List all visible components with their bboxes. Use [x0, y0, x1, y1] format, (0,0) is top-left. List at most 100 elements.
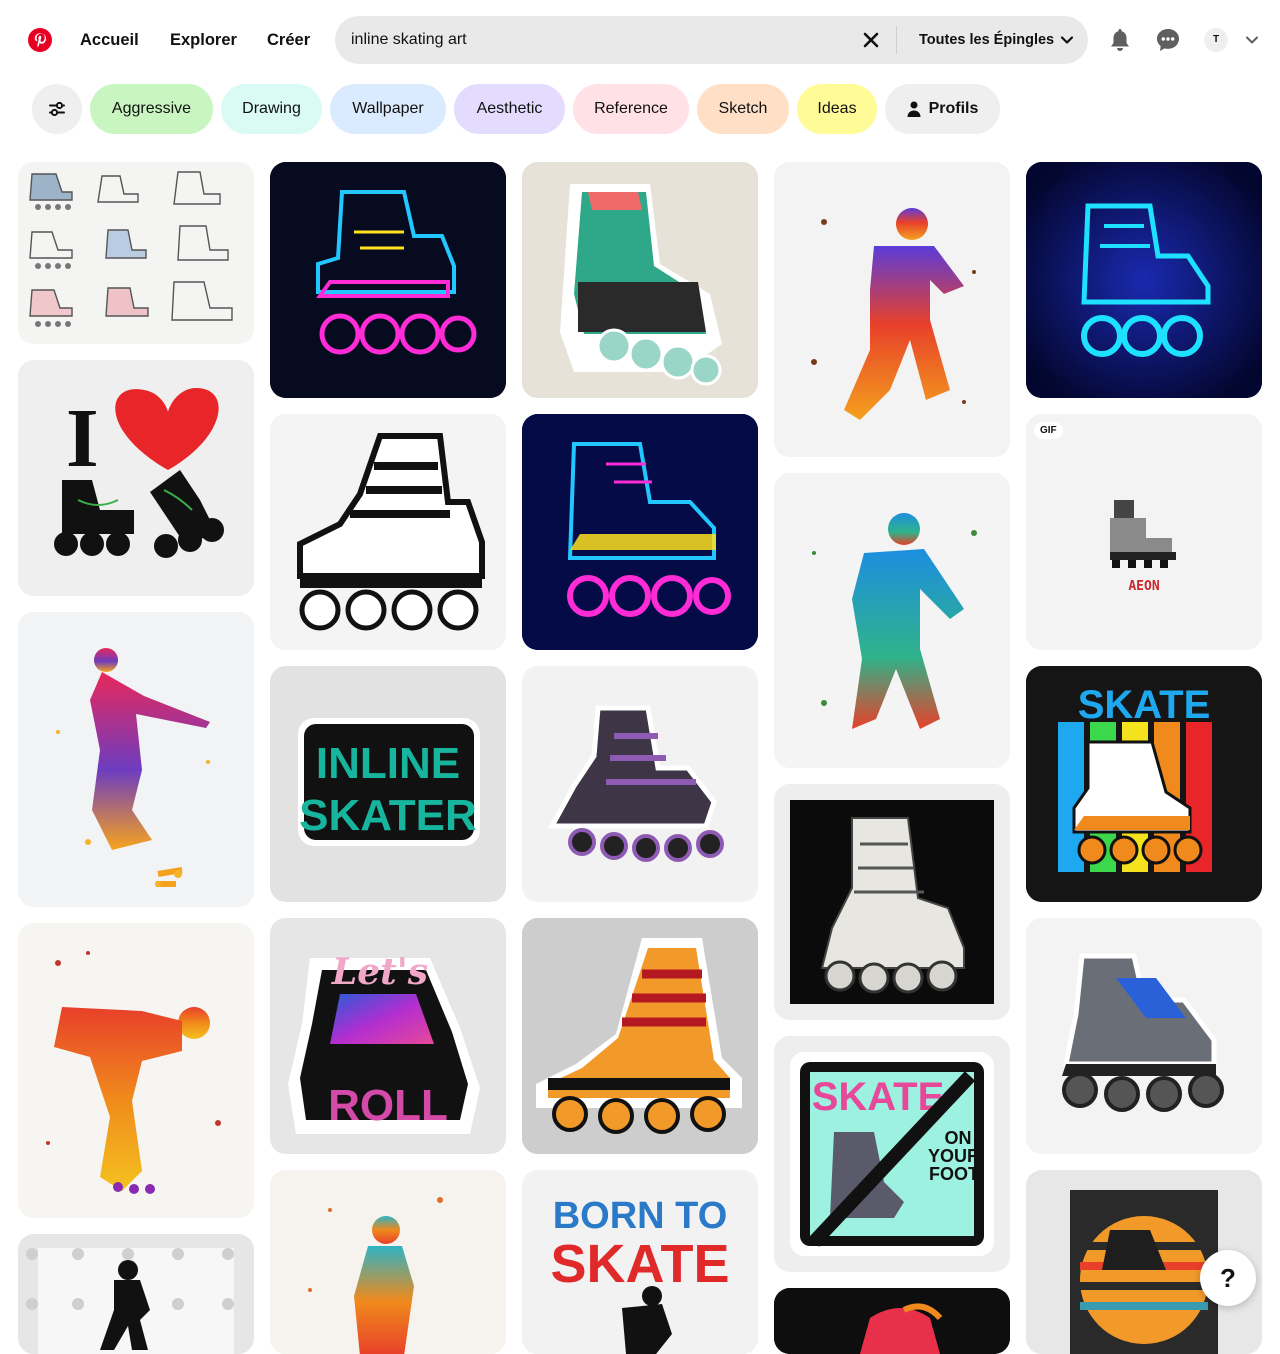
- filter-chip-profiles[interactable]: Profils: [885, 84, 1000, 134]
- user-avatar[interactable]: T: [1204, 28, 1228, 52]
- nav-create-link[interactable]: Créer: [267, 22, 310, 58]
- chip-label: Drawing: [242, 100, 301, 117]
- watercolor-skater-image: [18, 923, 254, 1218]
- search-bar: Toutes les Épingles: [335, 16, 1088, 64]
- watercolor-skater-image: [18, 612, 254, 907]
- neon-skate-image: [522, 414, 758, 650]
- filter-chip-aesthetic[interactable]: Aesthetic: [454, 84, 565, 134]
- pin-silhouette-pattern[interactable]: [18, 1234, 254, 1354]
- pin-skate-on-your-foot[interactable]: SKATE ON YOUR FOOT: [774, 1036, 1010, 1272]
- filter-chip-sketch[interactable]: Sketch: [697, 84, 789, 134]
- search-input[interactable]: [351, 16, 851, 64]
- sliders-icon: [49, 101, 65, 117]
- account-menu-button[interactable]: [1240, 28, 1264, 52]
- pin-text: SKATE: [550, 1234, 729, 1294]
- pin-scope-dropdown[interactable]: Toutes les Épingles: [919, 16, 1074, 64]
- chip-label: Reference: [594, 100, 668, 117]
- pin-inline-skater-sticker[interactable]: INLINE SKATER: [270, 666, 506, 902]
- nav-home-link[interactable]: Accueil: [80, 22, 139, 58]
- chevron-down-icon: [1246, 36, 1258, 44]
- i-love-skates-image: I: [18, 360, 254, 596]
- skate-sketches-image: [18, 162, 254, 344]
- dark-skate-image: [774, 1288, 1010, 1354]
- sketch-skate-image: [774, 784, 1010, 1020]
- notifications-button[interactable]: [1102, 22, 1138, 58]
- pin-text: I: [66, 392, 99, 485]
- pinterest-logo-icon: [28, 28, 52, 52]
- filter-chip-reference[interactable]: Reference: [573, 84, 689, 134]
- chip-label: Profils: [928, 100, 979, 117]
- chevron-down-icon: [1061, 36, 1074, 44]
- pin-watercolor-skater-1[interactable]: [18, 612, 254, 907]
- messages-button[interactable]: [1150, 22, 1186, 58]
- watercolor-skater-image: [774, 162, 1010, 457]
- pin-neon-skate-navy[interactable]: [522, 414, 758, 650]
- pin-purple-skate[interactable]: [522, 666, 758, 902]
- pin-text: INLINE: [316, 739, 460, 788]
- pin-text: Let's: [331, 951, 428, 993]
- pin-orange-skate-sticker[interactable]: [522, 918, 758, 1154]
- chip-label: Aggressive: [111, 100, 192, 117]
- pin-text: SKATE: [812, 1075, 945, 1119]
- pin-text: SKATER: [299, 791, 477, 840]
- pin-sketch-skate-black[interactable]: [774, 784, 1010, 1020]
- skate-stripes-image: SKATE: [1026, 666, 1262, 902]
- teal-skate-sticker-image: [522, 162, 758, 398]
- person-icon: [907, 101, 921, 117]
- pin-dark-skate[interactable]: [774, 1288, 1010, 1354]
- filter-chip-drawing[interactable]: Drawing: [221, 84, 322, 134]
- bw-skate-image: [270, 414, 506, 650]
- clear-search-icon[interactable]: [859, 28, 883, 52]
- pixel-skate-image: AEON: [1026, 414, 1262, 650]
- pin-watercolor-skater-5[interactable]: [774, 473, 1010, 768]
- pin-neon-skate-blue[interactable]: [1026, 162, 1262, 398]
- grey-blue-skate-image: [1026, 918, 1262, 1154]
- chip-label: Wallpaper: [352, 100, 424, 117]
- filter-chip-ideas[interactable]: Ideas: [797, 84, 877, 134]
- nav-explore-link[interactable]: Explorer: [170, 22, 237, 58]
- pinterest-logo[interactable]: [16, 16, 64, 64]
- chip-label: Sketch: [718, 100, 768, 117]
- chat-bubble-icon: [1157, 29, 1179, 51]
- chip-label: Aesthetic: [476, 100, 543, 117]
- lets-roll-sticker-image: Let's ROLL: [270, 918, 506, 1154]
- pin-lets-roll-sticker[interactable]: Let's ROLL: [270, 918, 506, 1154]
- chip-label: Ideas: [817, 100, 857, 117]
- pin-pixel-skate-gif[interactable]: AEON GIF: [1026, 414, 1262, 650]
- pin-bw-skate[interactable]: [270, 414, 506, 650]
- pin-text: SKATE: [1078, 683, 1211, 727]
- pin-scope-label: Toutes les Épingles: [919, 32, 1055, 48]
- pin-text: AEON: [1128, 579, 1159, 594]
- born-to-skate-image: BORN TO SKATE: [522, 1170, 758, 1354]
- pin-text: ROLL: [328, 1081, 448, 1130]
- filter-settings-button[interactable]: [32, 84, 82, 134]
- inline-skater-sticker-image: INLINE SKATER: [270, 666, 506, 902]
- pin-skate-sketches[interactable]: [18, 162, 254, 344]
- search-divider: [896, 26, 897, 54]
- watercolor-skater-image: [774, 473, 1010, 768]
- purple-skate-image: [522, 666, 758, 902]
- pin-teal-skate-sticker[interactable]: [522, 162, 758, 398]
- pin-neon-skate-pink[interactable]: [270, 162, 506, 398]
- filter-chip-aggressive[interactable]: Aggressive: [90, 84, 213, 134]
- bell-icon: [1111, 29, 1129, 51]
- pin-i-love-skates[interactable]: I: [18, 360, 254, 596]
- filter-chip-wallpaper[interactable]: Wallpaper: [330, 84, 446, 134]
- pin-watercolor-skater-3[interactable]: [270, 1170, 506, 1354]
- pin-born-to-skate[interactable]: BORN TO SKATE: [522, 1170, 758, 1354]
- neon-skate-image: [1026, 162, 1262, 398]
- pin-text: FOOT: [929, 1164, 979, 1184]
- pin-watercolor-skater-4[interactable]: [774, 162, 1010, 457]
- pin-grey-blue-skate[interactable]: [1026, 918, 1262, 1154]
- skate-on-your-foot-image: SKATE ON YOUR FOOT: [774, 1036, 1010, 1272]
- pin-text: YOUR: [928, 1146, 980, 1166]
- top-header: Accueil Explorer Créer Toutes les Épingl…: [0, 0, 1280, 80]
- pin-text: BORN TO: [553, 1195, 728, 1237]
- pin-text: ON: [945, 1128, 972, 1148]
- gif-badge: GIF: [1034, 422, 1063, 439]
- neon-skate-image: [270, 162, 506, 398]
- help-button[interactable]: ?: [1200, 1250, 1256, 1306]
- pin-skate-stripes[interactable]: SKATE: [1026, 666, 1262, 902]
- orange-skate-sticker-image: [522, 918, 758, 1154]
- pin-watercolor-skater-2[interactable]: [18, 923, 254, 1218]
